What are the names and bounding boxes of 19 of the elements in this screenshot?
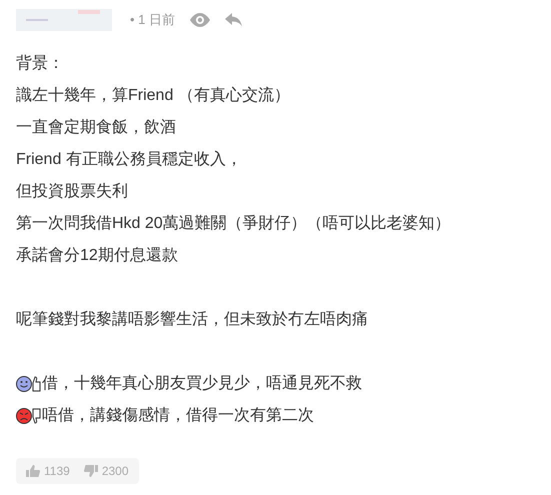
post-text-line: 背景： [16, 54, 65, 74]
thumbs-up-icon [26, 465, 40, 477]
post-text-line: 一直會定期食飯，飲酒 [16, 118, 177, 138]
smiley-thumbs-up-icon [16, 375, 42, 393]
post-text-line: 識左十幾年，算Friend （有真心交流） [16, 86, 291, 106]
thumbs-down-icon [84, 465, 98, 477]
post-text-line: Friend 有正職公務員穩定收入， [16, 150, 243, 170]
post-text-line: 但投資股票失利 [16, 182, 129, 202]
post-text-line: 呢筆錢對我黎講唔影響生活，但未致於冇左唔肉痛 [16, 310, 369, 330]
angry-thumbs-down-icon [16, 407, 42, 425]
reply-icon[interactable] [225, 13, 244, 27]
post-time: • 1 日前 [130, 11, 176, 29]
option-text: 借，十幾年真心朋友買少見少，唔通見死不救 [42, 374, 362, 394]
post-text-line: 第一次問我借Hkd 20萬過難關（爭財仔）（唔可以比老婆知） [16, 214, 452, 234]
post-text-line: 承諾會分12期付息還款 [16, 246, 179, 266]
like-button[interactable]: 1139 [26, 464, 70, 478]
dislike-button[interactable]: 2300 [84, 464, 129, 478]
eye-icon[interactable] [189, 13, 212, 27]
option-text: 唔借，講錢傷感情，借得一次有第二次 [42, 406, 314, 426]
